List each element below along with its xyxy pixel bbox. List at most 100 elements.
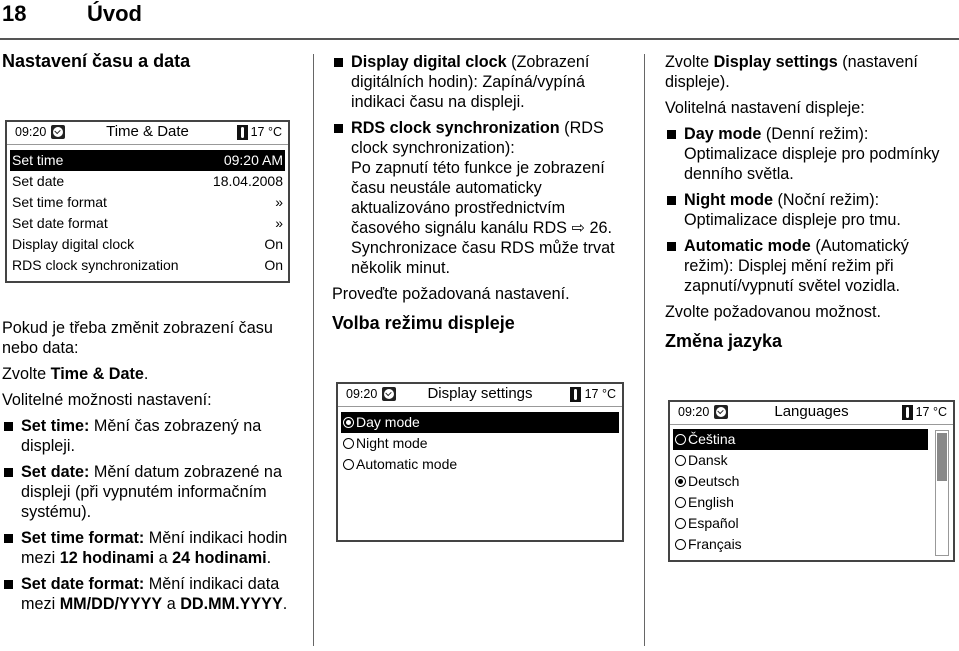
apply-text: Proveďte požadovaná nastavení. [332,285,570,303]
radio-unchecked-icon [675,434,686,445]
option-automatic-mode[interactable]: Automatic mode [338,454,622,475]
bullet-icon [667,242,676,251]
menu-item-set-time-format[interactable]: Set time format » [7,192,288,213]
term: Set date format: [21,575,145,593]
thermometer-icon [237,125,248,140]
language-item[interactable]: Deutsch [670,471,931,492]
list-item: Night mode (Noční režim): Optimalizace d… [665,190,957,230]
chevron-right-icon: » [275,194,283,210]
bullet-icon [334,58,343,67]
description: . [266,549,272,567]
radio-unchecked-icon [343,459,354,470]
menu-item-set-date-format[interactable]: Set date format » [7,213,288,234]
intro-text: Pokud je třeba změnit zobrazení času neb… [2,319,273,357]
menu-list: Set time 09:20 AM Set date 18.04.2008 Set … [7,145,288,276]
term: Night mode [684,191,774,209]
screen-temperature: 17 °C [250,125,282,139]
menu-item-label: Set time format [12,194,107,210]
bullet-icon [4,422,13,431]
option-label: Day mode [356,414,420,430]
option-night-mode[interactable]: Night mode [338,433,622,454]
term: MM/DD/YYYY [59,595,163,613]
display-settings-screen: 09:20 Display settings 17 °C Day mode Ni… [336,382,624,542]
radio-unchecked-icon [675,497,686,508]
option-list: Day mode Night mode Automatic mode [338,407,622,475]
menu-item-label: Display digital clock [12,236,135,252]
radio-checked-icon [675,476,686,487]
term: Automatic mode [684,237,811,255]
page-reference-arrow-icon: ⇨ [571,219,590,237]
options-list: Display digital clock (Zobrazení digitál… [332,52,632,278]
thermometer-icon [570,387,581,402]
language-label: English [688,494,734,510]
list-item: Set time format: Mění indikaci hodin mez… [2,528,302,568]
radio-unchecked-icon [343,438,354,449]
language-item[interactable]: Čeština [673,429,928,450]
bullet-icon [667,196,676,205]
language-item[interactable]: English [670,492,931,513]
page-reference[interactable]: 26 [590,219,608,237]
term: Day mode [684,125,762,143]
page-number: 18 [2,1,27,26]
language-label: Čeština [688,431,736,447]
left-column: Nastavení času a data [2,50,302,72]
language-label: Français [688,536,742,552]
menu-item-label: Set date [12,173,65,189]
term: 24 hodinami [172,549,267,567]
option-day-mode[interactable]: Day mode [341,412,619,433]
language-item[interactable]: Dansk [670,450,931,471]
menu-item-set-time[interactable]: Set time 09:20 AM [10,150,285,171]
bullet-icon [667,130,676,139]
scrollbar[interactable] [935,430,949,556]
list-item: Set date format: Mění indikaci data mezi… [2,574,302,614]
description: Po zapnutí této funkce je zobrazení času… [351,159,605,237]
term: Set date: [21,463,90,481]
list-item: Automatic mode (Automatický režim): Disp… [665,236,957,296]
menu-item-rds-clock-sync[interactable]: RDS clock synchronization On [7,255,288,276]
list-item: RDS clock synchronization (RDS clock syn… [332,118,632,278]
section-heading: Změna jazyka [665,331,783,351]
select-instruction: Zvolte Time & Date. [2,364,302,384]
language-item[interactable]: Français [670,534,931,555]
chapter-title: Úvod [87,1,142,26]
text: Zvolte [2,365,51,383]
language-list: Čeština Dansk Deutsch English Español Fr… [670,425,953,555]
menu-item-set-date[interactable]: Set date 18.04.2008 [7,171,288,192]
text: . [143,365,149,383]
scrollbar-thumb[interactable] [937,433,947,481]
middle-column: Display digital clock (Zobrazení digitál… [332,52,632,334]
options-label: Volitelné možnosti nastavení: [2,391,212,409]
text: Zvolte [665,53,714,71]
term: DD.MM.YYYY [180,595,283,613]
menu-item-value: On [264,257,283,273]
list-item: Set time: Mění čas zobrazený na displeji… [2,416,302,456]
screen-temperature: 17 °C [915,405,947,419]
options-list: Set time: Mění čas zobrazený na displeji… [2,416,302,614]
chevron-right-icon: » [275,215,283,231]
description: a [154,549,173,567]
screen-header: 09:20 Time & Date 17 °C [7,122,288,145]
radio-unchecked-icon [675,539,686,550]
language-item[interactable]: Español [670,513,931,534]
radio-checked-icon [343,417,354,428]
menu-item-value: On [264,236,283,252]
options-list: Day mode (Denní režim): Optimalizace dis… [665,124,957,296]
list-item: Day mode (Denní režim): Optimalizace dis… [665,124,957,184]
time-date-screen: 09:20 Time & Date 17 °C Set time 09:20 AM… [5,120,290,283]
bullet-icon [4,534,13,543]
language-label: Deutsch [688,473,740,489]
menu-item-display-digital-clock[interactable]: Display digital clock On [7,234,288,255]
radio-unchecked-icon [675,518,686,529]
menu-item-value: 09:20 AM [223,152,283,168]
thermometer-icon [902,405,913,420]
section-heading: Volba režimu displeje [332,313,515,333]
option-label: Night mode [356,435,428,451]
list-item: Display digital clock (Zobrazení digitál… [332,52,632,112]
term: Set time: [21,417,90,435]
term: RDS clock synchronization [351,119,560,137]
screen-header: 09:20 Languages 17 °C [670,402,953,425]
term: Display digital clock [351,53,507,71]
description: . [282,595,288,613]
bullet-icon [334,124,343,133]
list-item: Set date: Mění datum zobrazené na disple… [2,462,302,522]
